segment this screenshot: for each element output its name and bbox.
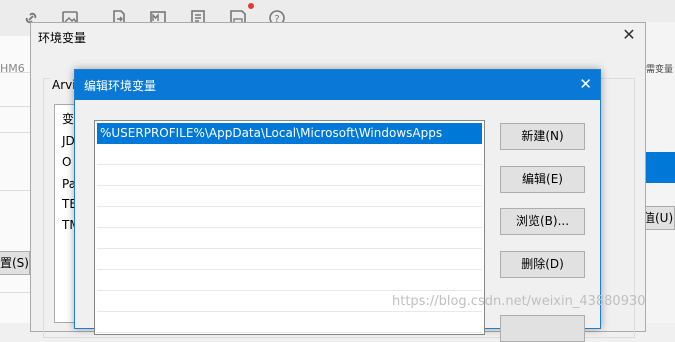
background-right-panel: 需变量 值(U)	[642, 22, 675, 323]
background-settings-button[interactable]: 置(S)..	[0, 251, 30, 275]
edit-environment-variable-dialog: 编辑环境变量 ✕ %USERPROFILE%\AppData\Local\Mic…	[74, 69, 601, 342]
background-left-panel	[0, 36, 30, 323]
list-item[interactable]: JD	[62, 134, 75, 148]
empty-row[interactable]	[97, 207, 482, 228]
notification-dot	[248, 3, 254, 9]
empty-row[interactable]	[97, 249, 482, 270]
close-icon[interactable]: ✕	[579, 77, 592, 92]
background-right-text: 需变量	[646, 65, 674, 75]
empty-row[interactable]	[97, 186, 482, 207]
dialog-title-bar: 编辑环境变量 ✕	[75, 70, 600, 100]
list-item[interactable]: %USERPROFILE%\AppData\Local\Microsoft\Wi…	[97, 123, 482, 144]
empty-row[interactable]	[97, 228, 482, 249]
list-item[interactable]: 变	[62, 110, 74, 127]
list-item[interactable]: O	[62, 155, 71, 169]
background-left-text: HM6	[0, 62, 25, 75]
move-up-button[interactable]	[500, 315, 585, 342]
watermark-text: https://blog.csdn.net/weixin_43880930	[392, 294, 646, 309]
dialog-title: 编辑环境变量	[84, 79, 157, 93]
empty-row[interactable]	[97, 165, 482, 186]
background-value-button[interactable]: 值(U)	[642, 206, 675, 230]
edit-button[interactable]: 编辑(E)	[500, 166, 585, 193]
background-selected-row[interactable]	[646, 152, 675, 183]
empty-row[interactable]	[97, 144, 482, 165]
browse-button[interactable]: 浏览(B)...	[500, 208, 585, 235]
new-button[interactable]: 新建(N)	[500, 123, 585, 150]
window-title: 环境变量	[38, 31, 87, 45]
empty-row[interactable]	[97, 270, 482, 291]
delete-button[interactable]: 删除(D)	[500, 251, 585, 278]
close-icon[interactable]: ✕	[621, 27, 637, 43]
